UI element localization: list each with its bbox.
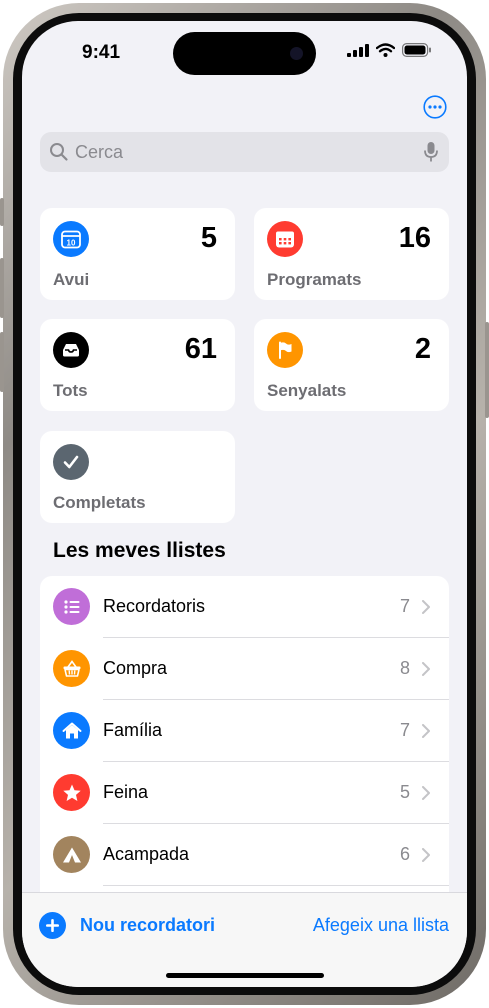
smart-list-completed[interactable]: Completats (40, 431, 235, 523)
status-bar: 9:41 (22, 21, 467, 83)
smart-list-all[interactable]: 61 Tots (40, 319, 235, 411)
ellipsis-circle-icon (423, 95, 447, 119)
smart-list-today[interactable]: 10 5 Avui (40, 208, 235, 300)
house-icon (53, 712, 90, 749)
list-item-feina[interactable]: Feina 5 (40, 762, 449, 824)
basket-icon (53, 650, 90, 687)
chevron-right-icon (422, 600, 430, 614)
chevron-right-icon (422, 786, 430, 800)
list-name: Recordatoris (103, 596, 206, 616)
search-placeholder: Cerca (75, 141, 124, 162)
list-name: Feina (103, 782, 149, 802)
list-name: Compra (103, 658, 168, 678)
status-time: 9:41 (82, 42, 121, 63)
new-reminder-button[interactable]: Nou recordatori (39, 912, 215, 939)
calendar-day-number: 10 (67, 238, 76, 247)
calendar-icon (267, 221, 303, 257)
list-count: 7 (399, 720, 410, 740)
front-camera (290, 47, 303, 60)
list-count: 7 (399, 596, 410, 616)
smart-list-count: 2 (414, 333, 431, 365)
tray-icon (53, 332, 89, 368)
smart-list-count: 61 (184, 333, 217, 365)
status-icons (347, 43, 432, 57)
battery-icon (402, 43, 431, 57)
volume-down-button (0, 332, 4, 392)
my-lists: Recordatoris 7 Compra 8 Família 7 Feina … (40, 576, 449, 896)
smart-list-label: Completats (53, 493, 146, 512)
smart-list-flagged[interactable]: 2 Senyalats (254, 319, 449, 411)
more-options-button[interactable] (423, 95, 447, 119)
star-icon (53, 774, 90, 811)
volume-up-button (0, 258, 4, 318)
tent-icon (53, 836, 90, 873)
cellular-signal-icon (347, 43, 369, 57)
list-count: 5 (399, 782, 410, 802)
plus-circle-icon (39, 912, 66, 939)
search-icon (50, 143, 68, 161)
search-field[interactable]: Cerca (40, 132, 449, 172)
chevron-right-icon (422, 848, 430, 862)
smart-list-scheduled[interactable]: 16 Programats (254, 208, 449, 300)
smart-list-label: Avui (53, 270, 90, 289)
microphone-icon[interactable] (424, 141, 438, 163)
action-button (0, 198, 4, 226)
divider (103, 885, 449, 886)
smart-list-label: Tots (53, 381, 88, 400)
bottom-toolbar: Nou recordatori Afegeix una llista (22, 892, 467, 987)
list-count: 8 (399, 658, 410, 678)
smart-list-count: 5 (200, 222, 217, 254)
chevron-right-icon (422, 662, 430, 676)
checkmark-icon (53, 444, 89, 480)
screen: 9:41 Cerca 10 5 Avui 16 Programats 61 To… (22, 21, 467, 987)
list-name: Acampada (103, 844, 190, 864)
new-reminder-label: Nou recordatori (80, 915, 216, 935)
side-button (485, 322, 489, 418)
flag-icon (267, 332, 303, 368)
smart-list-count: 16 (398, 222, 431, 254)
list-item-familia[interactable]: Família 7 (40, 700, 449, 762)
list-bullet-icon (53, 588, 90, 625)
smart-list-label: Senyalats (267, 381, 347, 400)
my-lists-heading: Les meves llistes (53, 539, 226, 562)
list-item-compra[interactable]: Compra 8 (40, 638, 449, 700)
list-item-recordatoris[interactable]: Recordatoris 7 (40, 576, 449, 638)
home-indicator[interactable] (166, 973, 324, 978)
calendar-today-icon: 10 (53, 221, 89, 257)
wifi-icon (376, 43, 395, 57)
chevron-right-icon (422, 724, 430, 738)
list-item-acampada[interactable]: Acampada 6 (40, 824, 449, 886)
dynamic-island (173, 32, 316, 75)
list-count: 6 (399, 844, 410, 864)
list-name: Família (103, 720, 163, 740)
add-list-button[interactable]: Afegeix una llista (313, 915, 449, 936)
smart-list-label: Programats (267, 270, 362, 289)
